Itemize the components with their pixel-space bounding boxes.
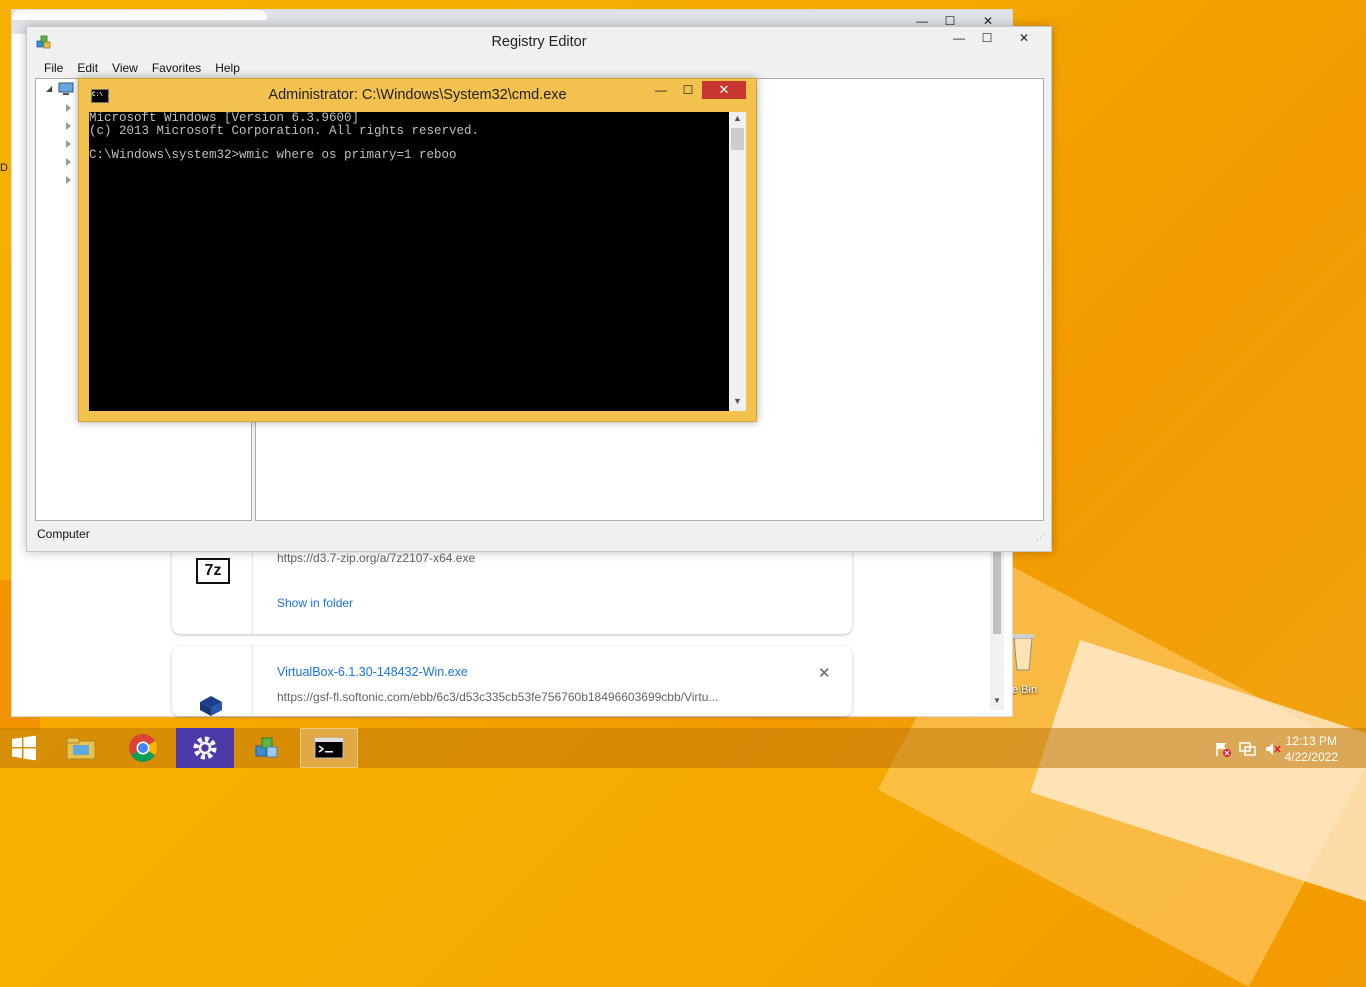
taskbar-settings[interactable]: [176, 728, 234, 768]
cmd-icon: [314, 737, 344, 759]
cmd-scrollbar[interactable]: ▲ ▼: [729, 112, 746, 411]
windows-logo-icon: [12, 735, 36, 761]
taskbar-clock[interactable]: 12:13 PM 4/22/2022: [1285, 733, 1338, 765]
show-in-folder-link[interactable]: Show in folder: [277, 596, 353, 610]
volume-muted-icon[interactable]: [1264, 741, 1282, 762]
resize-grip-icon[interactable]: ⋰: [1036, 532, 1045, 543]
cmd-line: (c) 2013 Microsoft Corporation. All righ…: [89, 123, 480, 138]
gear-icon: [193, 736, 217, 760]
cmd-line: Microsoft Windows [Version 6.3.9600]: [89, 111, 360, 125]
cmd-window: C:\ Administrator: C:\Windows\System32\c…: [78, 78, 757, 422]
scroll-up-arrow-icon[interactable]: ▲: [733, 113, 742, 123]
tree-expand-icon[interactable]: [66, 122, 71, 130]
scrollbar-thumb[interactable]: [731, 128, 744, 150]
menu-file[interactable]: File: [37, 59, 70, 79]
remove-download-button[interactable]: ✕: [818, 664, 831, 682]
registry-menubar: File Edit View Favorites Help: [37, 59, 247, 79]
menu-view[interactable]: View: [105, 59, 145, 79]
chrome-scrollbar[interactable]: ▼: [990, 548, 1004, 710]
desktop-edge-letter: D: [0, 162, 8, 174]
cmd-prompt-line: C:\Windows\system32>wmic where os primar…: [89, 148, 457, 162]
recycle-bin-label[interactable]: e Bin: [1012, 684, 1037, 696]
menu-help[interactable]: Help: [208, 59, 247, 79]
registry-minimize-button[interactable]: —: [945, 29, 973, 47]
start-button[interactable]: [0, 728, 48, 768]
cmd-console[interactable]: Microsoft Windows [Version 6.3.9600] (c)…: [89, 112, 729, 411]
download-url: https://d3.7-zip.org/a/7z2107-x64.exe: [277, 551, 476, 565]
registry-statusbar: Computer ⋰: [27, 524, 1051, 548]
clock-date: 4/22/2022: [1284, 750, 1338, 764]
chrome-icon: [129, 734, 157, 762]
clock-time: 12:13 PM: [1285, 734, 1337, 748]
tree-expand-icon[interactable]: [66, 140, 71, 148]
scrollbar-thumb[interactable]: [993, 550, 1001, 634]
folder-icon: [66, 737, 96, 760]
cmd-close-button[interactable]: ✕: [702, 81, 746, 99]
virtualbox-icon: [198, 694, 224, 716]
download-url: https://gsf-fl.softonic.com/ebb/6c3/d53c…: [277, 690, 719, 704]
taskbar-chrome[interactable]: [114, 728, 172, 768]
status-path: Computer: [37, 527, 90, 541]
registry-title: Registry Editor: [491, 34, 587, 50]
tree-expand-icon[interactable]: [66, 176, 71, 184]
chrome-tab[interactable]: [12, 10, 267, 20]
action-center-flag-icon[interactable]: [1214, 741, 1232, 762]
registry-close-button[interactable]: ✕: [1001, 29, 1047, 47]
taskbar-file-explorer[interactable]: [52, 728, 110, 768]
taskbar-command-prompt[interactable]: [300, 728, 358, 768]
download-card: VirtualBox-6.1.30-148432-Win.exe ✕ https…: [172, 646, 852, 716]
scroll-down-arrow-icon[interactable]: ▼: [993, 696, 1001, 705]
tree-expand-icon[interactable]: [66, 104, 71, 112]
registry-icon: [255, 737, 278, 758]
network-icon[interactable]: [1239, 741, 1257, 762]
recycle-bin-icon[interactable]: [1010, 630, 1036, 674]
menu-edit[interactable]: Edit: [70, 59, 105, 79]
cmd-maximize-button[interactable]: ☐: [674, 81, 702, 99]
download-filename-link[interactable]: VirtualBox-6.1.30-148432-Win.exe: [277, 665, 468, 679]
taskbar-registry-editor[interactable]: [238, 728, 296, 768]
registry-maximize-button[interactable]: ☐: [973, 29, 1001, 47]
scroll-down-arrow-icon[interactable]: ▼: [733, 396, 742, 406]
7zip-icon: 7z: [196, 558, 230, 584]
menu-favorites[interactable]: Favorites: [145, 59, 208, 79]
tree-expand-icon[interactable]: [66, 158, 71, 166]
tree-collapse-icon[interactable]: ◢: [46, 84, 52, 93]
card-divider: [252, 646, 253, 716]
computer-icon[interactable]: [58, 82, 74, 101]
cmd-minimize-button[interactable]: —: [647, 81, 675, 99]
